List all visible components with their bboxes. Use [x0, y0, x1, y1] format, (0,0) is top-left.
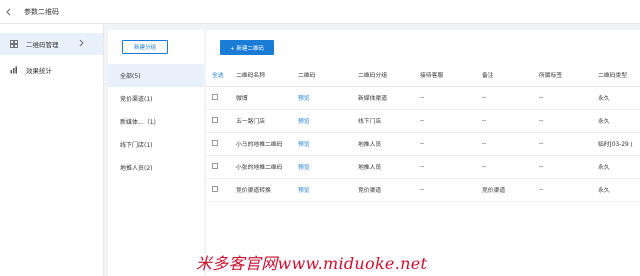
watermark-text: 米多客官网www.miduoke.net [196, 254, 428, 273]
qr-type-cell: 永久 [592, 155, 640, 179]
page-title: 参数二维码 [24, 7, 59, 16]
remark-cell: -- [476, 132, 533, 156]
select-all-header[interactable]: 全选 [206, 64, 230, 87]
qr-group-cell: 地推人员 [352, 132, 414, 156]
row-checkbox[interactable] [212, 116, 218, 123]
sidebar-item-qr-management[interactable]: 二维码管理 [0, 33, 103, 55]
row-checkbox[interactable] [212, 162, 218, 169]
table-header-row: 全选 二维码名称 二维码 二维码分组 接待客服 备注 所属标签 二维码类型 [206, 64, 640, 87]
column-header-name: 二维码名称 [230, 64, 292, 87]
table-row: 小张的地推二维码 预览 地推人员 -- -- -- 永久 [206, 155, 640, 179]
group-item-bidding[interactable]: 竞价渠道(1) [108, 87, 204, 110]
qr-code-table: 全选 二维码名称 二维码 二维码分组 接待客服 备注 所属标签 二维码类型 微博… [206, 64, 640, 202]
remark-cell: -- [476, 86, 533, 110]
column-header-group: 二维码分组 [352, 64, 414, 87]
sidebar-item-label: 二维码管理 [26, 41, 59, 49]
group-list: 全部(5) 竞价渠道(1) 新媒体...（1) 线下门店(1) 地推人员(2) [108, 64, 204, 179]
group-item-new-media[interactable]: 新媒体...（1) [108, 110, 204, 133]
row-checkbox-cell [206, 132, 230, 156]
tag-cell: -- [533, 155, 592, 179]
row-checkbox[interactable] [212, 93, 218, 100]
qr-name-cell: 五一路门店 [230, 109, 292, 133]
tag-cell: -- [533, 109, 592, 133]
grid-icon [10, 40, 18, 48]
row-checkbox-cell [206, 155, 230, 179]
group-item-all[interactable]: 全部(5) [108, 64, 204, 87]
qr-code-table-panel: + 新建二维码 全选 二维码名称 二维码 二维码分组 接待客服 备注 所属标签 … [206, 30, 640, 276]
qr-name-cell: 小张的地推二维码 [230, 155, 292, 179]
row-checkbox-cell [206, 178, 230, 202]
new-group-button[interactable]: 新建分组 [122, 40, 168, 54]
column-header-qr-code: 二维码 [292, 64, 352, 87]
new-qr-code-button[interactable]: + 新建二维码 [220, 40, 274, 55]
preview-link[interactable]: 预览 [292, 155, 352, 179]
preview-link[interactable]: 预览 [292, 132, 352, 156]
qr-type-cell: 永久 [592, 86, 640, 110]
group-item-offline-store[interactable]: 线下门店(1) [108, 133, 204, 156]
agent-cell: -- [414, 178, 476, 202]
sidebar-item-label: 效果统计 [26, 67, 52, 75]
qr-group-cell: 竞价渠道 [352, 178, 414, 202]
column-header-agent: 接待客服 [414, 64, 476, 87]
tag-cell: -- [533, 86, 592, 110]
row-checkbox[interactable] [212, 185, 218, 192]
qr-group-cell: 线下门店 [352, 109, 414, 133]
row-checkbox-cell [206, 109, 230, 133]
group-item-ground-staff[interactable]: 地推人员(2) [108, 156, 204, 179]
column-header-type: 二维码类型 [592, 64, 640, 87]
qr-type-cell: 永久 [592, 109, 640, 133]
back-arrow-icon[interactable] [4, 7, 14, 17]
sidebar-item-statistics[interactable]: 效果统计 [0, 59, 103, 81]
agent-cell: -- [414, 155, 476, 179]
qr-name-cell: 竞价渠道转换 [230, 178, 292, 202]
agent-cell: -- [414, 132, 476, 156]
row-checkbox-cell [206, 86, 230, 110]
preview-link[interactable]: 预览 [292, 109, 352, 133]
sidebar: 二维码管理 效果统计 [0, 24, 104, 276]
remark-cell: 竞价渠道 [476, 178, 533, 202]
qr-name-cell: 小马的地推二维码 [230, 132, 292, 156]
qr-name-cell: 微博 [230, 86, 292, 110]
chevron-right-icon [79, 39, 85, 49]
tag-cell: -- [533, 132, 592, 156]
column-header-tags: 所属标签 [533, 64, 592, 87]
group-panel: 新建分组 全部(5) 竞价渠道(1) 新媒体...（1) 线下门店(1) 地推人… [108, 30, 204, 276]
table-row: 小马的地推二维码 预览 地推人员 -- -- -- 临时[03-29 ( [206, 132, 640, 156]
bar-chart-icon [10, 66, 18, 74]
preview-link[interactable]: 预览 [292, 86, 352, 110]
remark-cell: -- [476, 155, 533, 179]
agent-cell: -- [414, 109, 476, 133]
row-checkbox[interactable] [212, 139, 218, 146]
tag-cell: -- [533, 178, 592, 202]
preview-link[interactable]: 预览 [292, 178, 352, 202]
agent-cell: -- [414, 86, 476, 110]
top-bar: 参数二维码 [0, 0, 640, 24]
table-row: 微博 预览 新媒体渠道 -- -- -- 永久 [206, 86, 640, 110]
qr-type-cell: 临时[03-29 ( [592, 132, 640, 156]
table-row: 竞价渠道转换 预览 竞价渠道 -- 竞价渠道 -- 永久 [206, 178, 640, 202]
table-row: 五一路门店 预览 线下门店 -- -- -- 永久 [206, 109, 640, 133]
remark-cell: -- [476, 109, 533, 133]
qr-group-cell: 新媒体渠道 [352, 86, 414, 110]
qr-group-cell: 地推人员 [352, 155, 414, 179]
qr-type-cell: 永久 [592, 178, 640, 202]
column-header-remark: 备注 [476, 64, 533, 87]
